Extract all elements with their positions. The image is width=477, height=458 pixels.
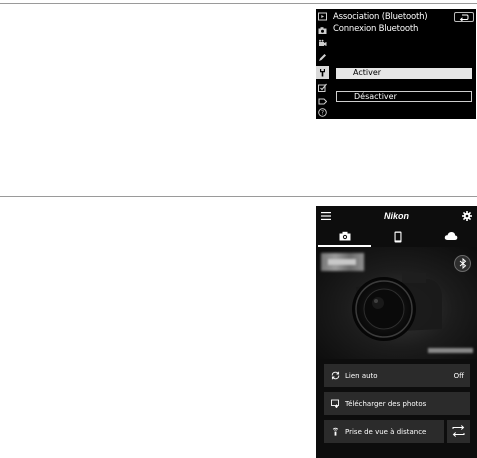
menu-subtitle: Connexion Bluetooth	[333, 24, 419, 34]
bluetooth-button[interactable]	[454, 255, 471, 272]
app-header: Nikon	[316, 206, 477, 227]
camera-icon[interactable]	[318, 26, 327, 35]
auto-link-value: Off	[453, 372, 464, 380]
phone-app-screen: Nikon Lien auto Off Télécharger des phot…	[316, 206, 477, 458]
option-activer[interactable]: Activer	[336, 68, 472, 79]
middle-rule	[0, 196, 477, 197]
auto-link-label: Lien auto	[345, 372, 378, 380]
blurred-caption	[428, 348, 473, 353]
back-button[interactable]	[454, 12, 474, 22]
brand-logo: Nikon	[383, 211, 409, 221]
smartphone-icon	[394, 231, 401, 243]
svg-text:?: ?	[321, 110, 324, 117]
camera-menu-sidebar: ?	[316, 9, 329, 119]
download-photos-label: Télécharger des photos	[345, 400, 427, 408]
top-rule	[0, 3, 477, 4]
remote-shooting-card[interactable]: Prise de vue à distance	[324, 420, 444, 443]
return-icon	[459, 14, 469, 21]
download-photos-icon	[331, 399, 339, 408]
pencil-icon[interactable]	[318, 53, 327, 62]
manual-page: ? Association (Bluetooth) Connexion Blue…	[0, 0, 477, 458]
remote-shooting-icon	[332, 427, 339, 436]
gear-icon[interactable]	[462, 211, 472, 221]
help-icon[interactable]: ?	[318, 108, 327, 117]
remote-shooting-label: Prise de vue à distance	[345, 428, 427, 436]
menu-title: Association (Bluetooth)	[333, 12, 428, 22]
my-menu-icon[interactable]	[318, 97, 327, 106]
retouch-icon[interactable]	[318, 83, 327, 92]
camera-hero-image	[316, 247, 477, 359]
cloud-icon	[444, 232, 457, 240]
tab-smartphone[interactable]	[371, 227, 424, 247]
camera-icon	[339, 231, 350, 241]
auto-link-card[interactable]: Lien auto Off	[324, 364, 470, 387]
app-tabs	[316, 227, 477, 247]
auto-link-icon	[331, 371, 340, 380]
download-photos-card[interactable]: Télécharger des photos	[324, 392, 470, 415]
blurred-camera-name-detail	[328, 259, 356, 265]
camera-menu-screen: ? Association (Bluetooth) Connexion Blue…	[316, 9, 476, 119]
tab-cloud[interactable]	[424, 227, 477, 247]
swap-arrows-icon	[452, 425, 465, 437]
bluetooth-icon	[459, 258, 466, 269]
switch-mode-button[interactable]	[447, 420, 470, 443]
option-desactiver[interactable]: Désactiver	[336, 91, 472, 102]
movie-icon[interactable]	[318, 39, 327, 48]
tab-camera[interactable]	[318, 227, 371, 247]
wrench-icon[interactable]	[316, 66, 329, 79]
playback-icon[interactable]	[318, 12, 327, 21]
